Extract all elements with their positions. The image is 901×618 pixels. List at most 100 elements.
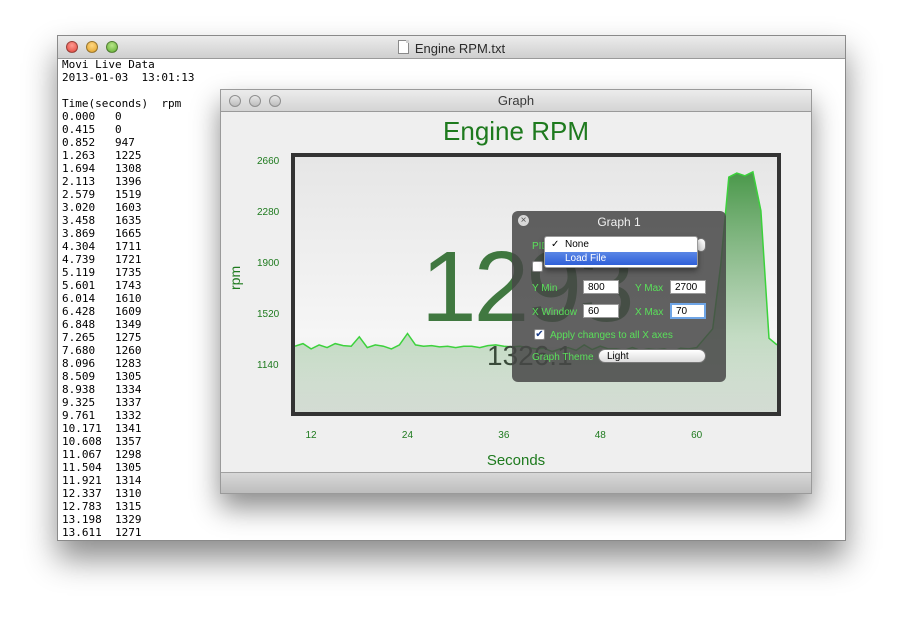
graph-bottom-bar — [221, 472, 811, 493]
time-cell: 12.337 — [62, 487, 102, 500]
time-cell: 5.601 — [62, 279, 96, 292]
data-row: 0.000 0 — [62, 110, 194, 123]
time-cell: 12.783 — [62, 500, 102, 513]
time-cell: 3.458 — [62, 214, 96, 227]
rpm-cell: 1743 — [115, 279, 142, 292]
rpm-cell: 1357 — [115, 435, 142, 448]
rpm-cell: 0 — [115, 110, 122, 123]
ymin-label: Y Min — [532, 283, 558, 294]
data-row: 1.263 1225 — [62, 149, 194, 162]
time-cell: 0.852 — [62, 136, 96, 149]
textedit-titlebar[interactable]: Engine RPM.txt — [58, 36, 845, 59]
data-row: 9.761 1332 — [62, 409, 194, 422]
data-row: 0.852 947 — [62, 136, 194, 149]
data-row: 10.171 1341 — [62, 422, 194, 435]
time-cell: 10.171 — [62, 422, 102, 435]
checkmark-icon: ✓ — [551, 239, 560, 250]
data-row: 4.739 1721 — [62, 253, 194, 266]
textedit-title-text: Engine RPM.txt — [414, 41, 506, 56]
rpm-cell: 1314 — [115, 474, 142, 487]
rpm-cell: 1315 — [115, 500, 142, 513]
x-tick-label: 60 — [691, 430, 703, 441]
rpm-cell: 1283 — [115, 357, 142, 370]
dropdown-item-load-file[interactable]: Load File — [545, 252, 697, 265]
x-axis-label: Seconds — [486, 452, 546, 469]
time-cell: 8.096 — [62, 357, 96, 370]
hud-title: Graph 1 — [597, 215, 641, 229]
xmax-label: X Max — [635, 307, 664, 318]
data-row: 12.337 1310 — [62, 487, 194, 500]
data-row: 3.869 1665 — [62, 227, 194, 240]
time-cell: 7.265 — [62, 331, 96, 344]
apply-all-checkbox[interactable]: ✔ — [534, 329, 545, 340]
rpm-cell: 1610 — [115, 292, 142, 305]
time-cell: 6.428 — [62, 305, 96, 318]
rpm-cell: 1337 — [115, 396, 142, 409]
data-row: 13.198 1329 — [62, 513, 194, 526]
graph-titlebar[interactable]: Graph — [221, 90, 811, 112]
y-axis-label: rpm — [227, 265, 243, 290]
data-row: 1.694 1308 — [62, 162, 194, 175]
rpm-cell: 1735 — [115, 266, 142, 279]
data-row: 8.096 1283 — [62, 357, 194, 370]
time-cell: 5.119 — [62, 266, 96, 279]
rpm-cell: 1271 — [115, 526, 142, 539]
xmax-field[interactable]: 70 — [670, 303, 706, 319]
data-row: 7.265 1275 — [62, 331, 194, 344]
rpm-cell: 1609 — [115, 305, 142, 318]
xwindow-label: X Window — [532, 307, 578, 318]
x-tick-label: 48 — [594, 430, 606, 441]
y-tick-label: 1900 — [257, 258, 280, 270]
time-cell: 0.000 — [62, 110, 96, 123]
time-cell: 13.198 — [62, 513, 102, 526]
rpm-cell: 1341 — [115, 422, 142, 435]
data-row: 11.067 1298 — [62, 448, 194, 461]
chart-title: Engine RPM — [443, 116, 589, 146]
ymax-field[interactable]: 2700 — [670, 280, 706, 294]
time-cell: 8.509 — [62, 370, 96, 383]
ymin-field[interactable]: 800 — [583, 280, 619, 294]
time-cell: 8.938 — [62, 383, 96, 396]
dropdown-item-none-label: None — [565, 239, 589, 250]
time-cell: 2.579 — [62, 188, 96, 201]
dropdown-item-none[interactable]: ✓ None — [545, 238, 697, 251]
rpm-cell: 1225 — [115, 149, 142, 162]
time-cell: 3.869 — [62, 227, 96, 240]
time-cell: 6.848 — [62, 318, 96, 331]
time-cell: 10.608 — [62, 435, 102, 448]
rpm-cell: 1334 — [115, 383, 142, 396]
y-tick-label: 1520 — [257, 309, 280, 321]
textedit-title: Engine RPM.txt — [58, 40, 845, 56]
data-row: 11.504 1305 — [62, 461, 194, 474]
pid-dropdown-menu[interactable]: ✓ None Load File — [544, 236, 698, 268]
x-tick-label: 24 — [401, 430, 414, 441]
time-cell: 9.325 — [62, 396, 96, 409]
time-cell: 7.680 — [62, 344, 96, 357]
time-cell: 4.304 — [62, 240, 96, 253]
column-header: Time(seconds) rpm — [62, 97, 182, 110]
data-row: 2.579 1519 — [62, 188, 194, 201]
time-cell: 1.694 — [62, 162, 96, 175]
data-row: 12.783 1315 — [62, 500, 194, 513]
rpm-cell: 1665 — [115, 227, 142, 240]
rpm-cell: 1603 — [115, 201, 142, 214]
data-row: 13.611 1271 — [62, 526, 194, 539]
rpm-cell: 0 — [115, 123, 122, 136]
data-row: 6.428 1609 — [62, 305, 194, 318]
theme-popup[interactable]: Light — [598, 349, 706, 363]
time-cell: 4.739 — [62, 253, 96, 266]
rpm-cell: 1310 — [115, 487, 142, 500]
rpm-cell: 1260 — [115, 344, 142, 357]
document-icon — [397, 40, 409, 54]
data-row: 5.601 1743 — [62, 279, 194, 292]
text-document[interactable]: Movi Live Data 2013-01-03 13:01:13 Time(… — [62, 58, 194, 539]
time-cell: 9.761 — [62, 409, 96, 422]
rpm-cell: 1519 — [115, 188, 142, 201]
rpm-cell: 1305 — [115, 461, 142, 474]
xwindow-field[interactable]: 60 — [583, 304, 619, 318]
x-tick-label: 36 — [498, 430, 510, 441]
hidden-checkbox[interactable] — [532, 261, 543, 272]
data-rows: 0.000 0 0.415 0 0.852 947 1.263 1225 1.694 1308 2.… — [62, 110, 194, 539]
time-cell: 6.014 — [62, 292, 96, 305]
ymax-label: Y Max — [635, 283, 664, 294]
